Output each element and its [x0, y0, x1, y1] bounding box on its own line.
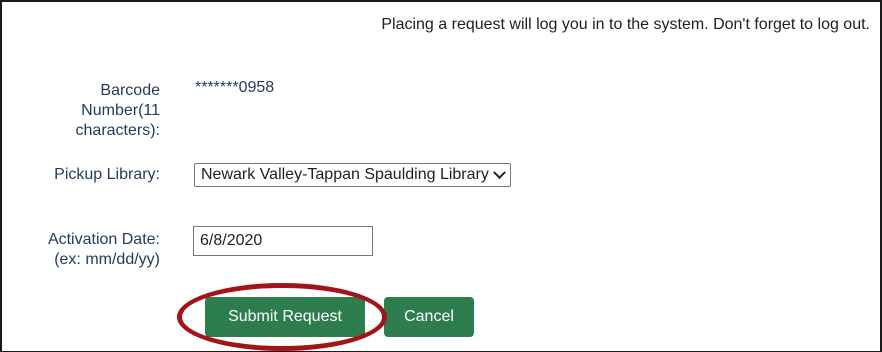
chevron-down-icon [492, 165, 506, 179]
barcode-label: Barcode Number(11 characters): [0, 81, 160, 141]
activation-label-line: (ex: mm/dd/yy) [54, 251, 160, 268]
login-notice: Placing a request will log you in to the… [381, 16, 870, 33]
barcode-value: *******0958 [195, 79, 275, 96]
pickup-library-label: Pickup Library: [54, 166, 160, 183]
cancel-button[interactable]: Cancel [384, 297, 474, 337]
activation-date-input[interactable]: 6/8/2020 [193, 226, 373, 256]
activation-date-label: Activation Date: (ex: mm/dd/yy) [0, 230, 160, 270]
barcode-label-line: Barcode [100, 82, 160, 99]
activation-label-line: Activation Date: [47, 231, 160, 248]
pickup-library-select[interactable]: Newark Valley-Tappan Spaulding Library [194, 163, 511, 187]
submit-request-button[interactable]: Submit Request [205, 297, 365, 337]
barcode-label-line: characters): [75, 122, 160, 139]
barcode-label-line: Number(11 [81, 102, 160, 119]
request-form-panel: Placing a request will log you in to the… [0, 0, 882, 352]
pickup-library-selected: Newark Valley-Tappan Spaulding Library [201, 166, 489, 183]
